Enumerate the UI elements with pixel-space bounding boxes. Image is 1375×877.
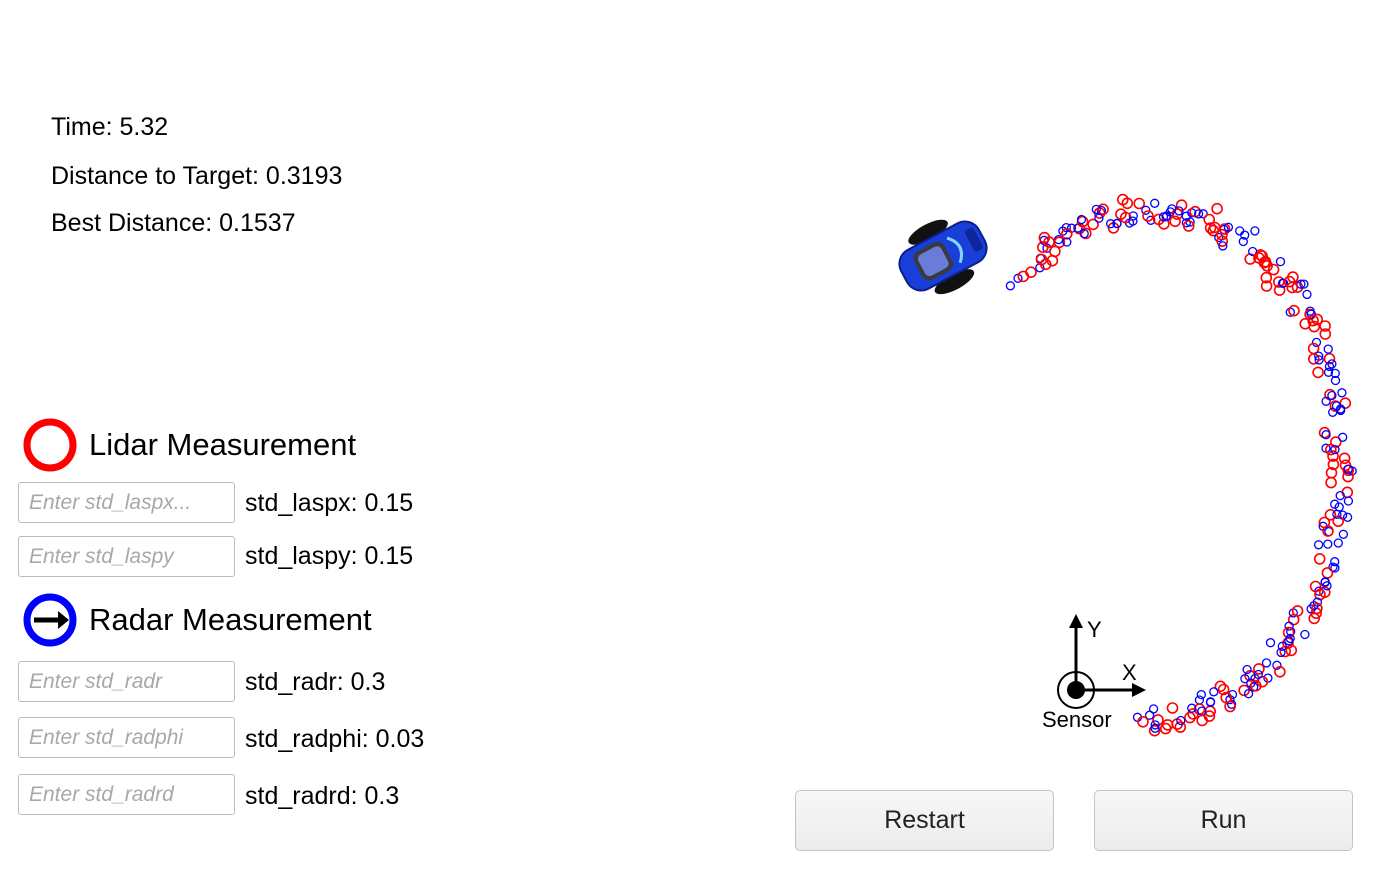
- radar-marker: [1343, 496, 1354, 506]
- lidar-marker: [1325, 476, 1337, 489]
- radar-marker: [1300, 629, 1310, 640]
- radar-marker: [1337, 388, 1347, 398]
- radar-marker: [1323, 344, 1333, 354]
- lidar-marker: [1025, 266, 1037, 279]
- lidar-marker: [1137, 715, 1149, 728]
- run-button[interactable]: Run: [1094, 790, 1353, 851]
- y-axis-arrow-icon: [1069, 614, 1083, 628]
- lidar-marker: [1166, 702, 1179, 714]
- radar-marker: [1005, 281, 1016, 291]
- radar-marker: [1333, 538, 1343, 548]
- radar-marker: [1323, 539, 1333, 549]
- lidar-marker: [1152, 714, 1164, 726]
- x-axis-label: X: [1122, 660, 1137, 685]
- radar-marker: [1196, 689, 1206, 700]
- radar-marker: [1235, 226, 1245, 236]
- x-axis-arrow-icon: [1132, 683, 1146, 697]
- measurement-markers: [1005, 193, 1357, 737]
- lidar-marker: [1282, 626, 1295, 639]
- radar-marker: [1338, 529, 1349, 539]
- radar-marker: [1302, 289, 1312, 300]
- radar-marker: [1342, 512, 1353, 522]
- lidar-marker: [1312, 366, 1324, 379]
- sensor-axes: Y X Sensor: [1042, 614, 1146, 732]
- lidar-marker: [1308, 353, 1320, 365]
- radar-marker: [1205, 697, 1216, 707]
- radar-marker: [1250, 226, 1260, 236]
- radar-marker: [1313, 540, 1324, 550]
- radar-marker: [1275, 256, 1286, 267]
- restart-button[interactable]: Restart: [795, 790, 1054, 851]
- y-axis-label: Y: [1087, 617, 1102, 642]
- radar-marker: [1265, 638, 1276, 648]
- lidar-marker: [1313, 553, 1326, 565]
- sensor-label: Sensor: [1042, 707, 1112, 732]
- sensor-dot-icon: [1067, 681, 1085, 699]
- car-icon: [898, 219, 988, 295]
- lidar-marker: [1321, 567, 1334, 579]
- lidar-marker: [1318, 426, 1331, 439]
- simulation-canvas: Y X Sensor: [898, 193, 1357, 737]
- radar-marker: [1209, 687, 1219, 697]
- radar-marker: [1150, 198, 1160, 208]
- lidar-marker: [1211, 202, 1223, 215]
- radar-marker: [1338, 432, 1348, 442]
- radar-marker: [1194, 695, 1205, 705]
